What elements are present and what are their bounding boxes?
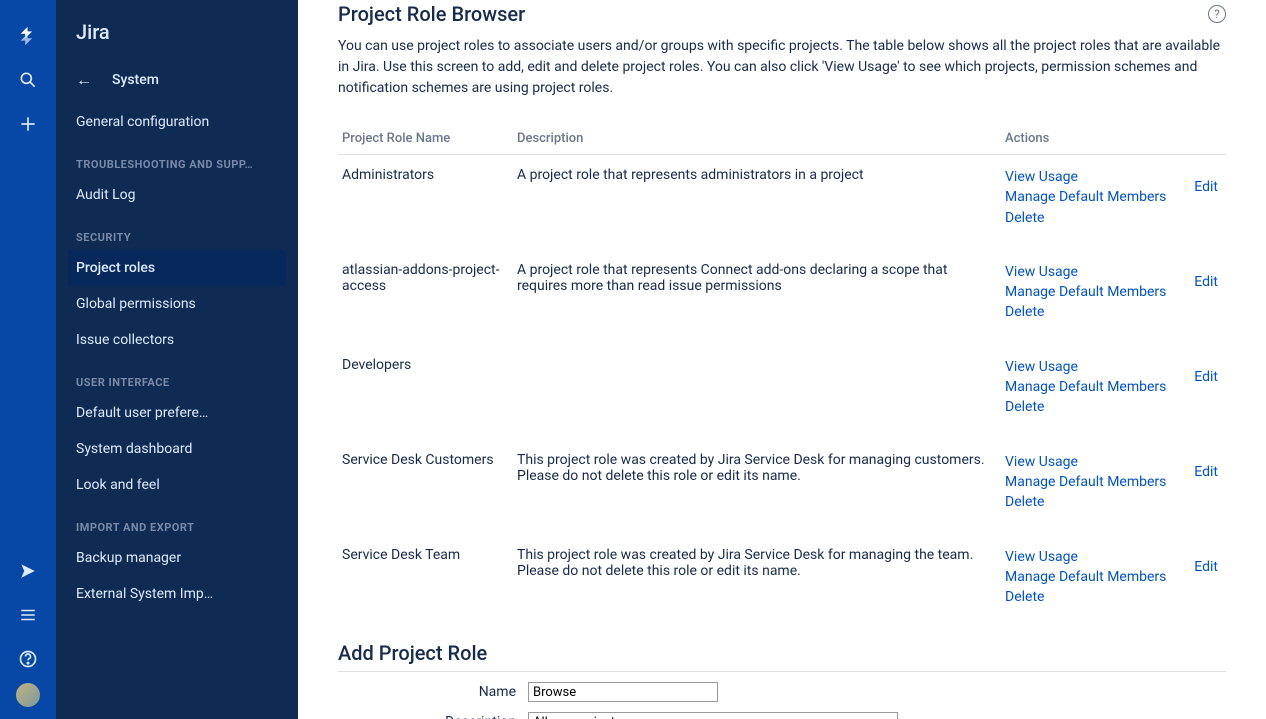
page-title: Project Role Browser (338, 2, 525, 26)
create-icon[interactable] (8, 104, 48, 144)
manage-link[interactable]: Manage Default Members (1005, 472, 1186, 492)
role-desc-cell: A project role that represents Connect a… (513, 250, 1001, 345)
main-content: Project Role Browser ? You can use proje… (298, 0, 1266, 719)
delete-link[interactable]: Delete (1005, 587, 1186, 607)
edit-link[interactable]: Edit (1186, 262, 1218, 323)
delete-link[interactable]: Delete (1005, 302, 1186, 322)
role-name-cell: Administrators (338, 155, 513, 250)
sidebar-heading: IMPORT AND EXPORT (56, 503, 298, 540)
search-icon[interactable] (8, 60, 48, 100)
edit-link[interactable]: Edit (1186, 547, 1218, 608)
name-label: Name (338, 684, 528, 700)
roles-table: Project Role Name Description Actions Ad… (338, 123, 1226, 629)
help-icon[interactable] (8, 639, 48, 679)
sidebar-item[interactable]: Backup manager (56, 540, 298, 576)
delete-link[interactable]: Delete (1005, 492, 1186, 512)
delete-link[interactable]: Delete (1005, 397, 1186, 417)
description-input[interactable] (528, 712, 898, 719)
manage-link[interactable]: Manage Default Members (1005, 377, 1186, 397)
sidebar-heading: TROUBLESHOOTING AND SUPP… (56, 140, 298, 177)
sidebar-item[interactable]: Project roles (68, 250, 286, 286)
role-desc-cell: This project role was created by Jira Se… (513, 535, 1001, 630)
notification-icon[interactable] (8, 551, 48, 591)
sidebar-heading: USER INTERFACE (56, 358, 298, 395)
table-row: Developers View UsageManage Default Membe… (338, 345, 1226, 440)
sidebar-item[interactable]: Look and feel (56, 467, 298, 503)
manage-link[interactable]: Manage Default Members (1005, 187, 1186, 207)
sidebar-item[interactable]: Issue collectors (56, 322, 298, 358)
sidebar-heading: SECURITY (56, 213, 298, 250)
role-actions-cell: View UsageManage Default MembersDeleteEd… (1001, 535, 1226, 630)
page-help-icon[interactable]: ? (1208, 5, 1226, 23)
page-description: You can use project roles to associate u… (338, 36, 1226, 99)
jira-icon (17, 25, 39, 47)
col-header-actions: Actions (1001, 123, 1226, 155)
table-row: atlassian-addons-project-accessA project… (338, 250, 1226, 345)
role-actions-cell: View UsageManage Default MembersDeleteEd… (1001, 345, 1226, 440)
manage-link[interactable]: Manage Default Members (1005, 282, 1186, 302)
edit-link[interactable]: Edit (1186, 452, 1218, 513)
manage-link[interactable]: Manage Default Members (1005, 567, 1186, 587)
jira-logo-icon[interactable] (8, 16, 48, 56)
role-desc-cell: This project role was created by Jira Se… (513, 440, 1001, 535)
col-header-desc: Description (513, 123, 1001, 155)
back-label: System (112, 72, 159, 88)
edit-link[interactable]: Edit (1186, 357, 1218, 418)
role-actions-cell: View UsageManage Default MembersDeleteEd… (1001, 250, 1226, 345)
app-title: Jira (56, 12, 298, 62)
table-row: Service Desk CustomersThis project role … (338, 440, 1226, 535)
sidebar-item-general-configuration[interactable]: General configuration (56, 104, 298, 140)
role-name-cell: Developers (338, 345, 513, 440)
table-row: AdministratorsA project role that repres… (338, 155, 1226, 250)
sidebar-item[interactable]: Audit Log (56, 177, 298, 213)
view-link[interactable]: View Usage (1005, 262, 1186, 282)
table-row: Service Desk TeamThis project role was c… (338, 535, 1226, 630)
view-link[interactable]: View Usage (1005, 547, 1186, 567)
role-name-cell: atlassian-addons-project-access (338, 250, 513, 345)
back-button[interactable]: ← System (56, 62, 298, 104)
view-link[interactable]: View Usage (1005, 167, 1186, 187)
col-header-name: Project Role Name (338, 123, 513, 155)
add-role-title: Add Project Role (338, 641, 1226, 672)
sidebar-item[interactable]: External System Imp… (56, 576, 298, 612)
view-link[interactable]: View Usage (1005, 357, 1186, 377)
role-actions-cell: View UsageManage Default MembersDeleteEd… (1001, 440, 1226, 535)
description-label: Description (338, 714, 528, 719)
role-actions-cell: View UsageManage Default MembersDeleteEd… (1001, 155, 1226, 250)
global-nav-rail (0, 0, 56, 719)
delete-link[interactable]: Delete (1005, 208, 1186, 228)
name-input[interactable] (528, 682, 718, 702)
sidebar-item[interactable]: System dashboard (56, 431, 298, 467)
sidebar: Jira ← System General configuration TROU… (56, 0, 298, 719)
avatar[interactable] (16, 683, 40, 707)
menu-icon[interactable] (8, 595, 48, 635)
sidebar-item[interactable]: Default user prefere… (56, 395, 298, 431)
role-desc-cell (513, 345, 1001, 440)
role-name-cell: Service Desk Team (338, 535, 513, 630)
role-desc-cell: A project role that represents administr… (513, 155, 1001, 250)
arrow-left-icon: ← (76, 70, 92, 90)
edit-link[interactable]: Edit (1186, 167, 1218, 228)
view-link[interactable]: View Usage (1005, 452, 1186, 472)
sidebar-item[interactable]: Global permissions (56, 286, 298, 322)
role-name-cell: Service Desk Customers (338, 440, 513, 535)
